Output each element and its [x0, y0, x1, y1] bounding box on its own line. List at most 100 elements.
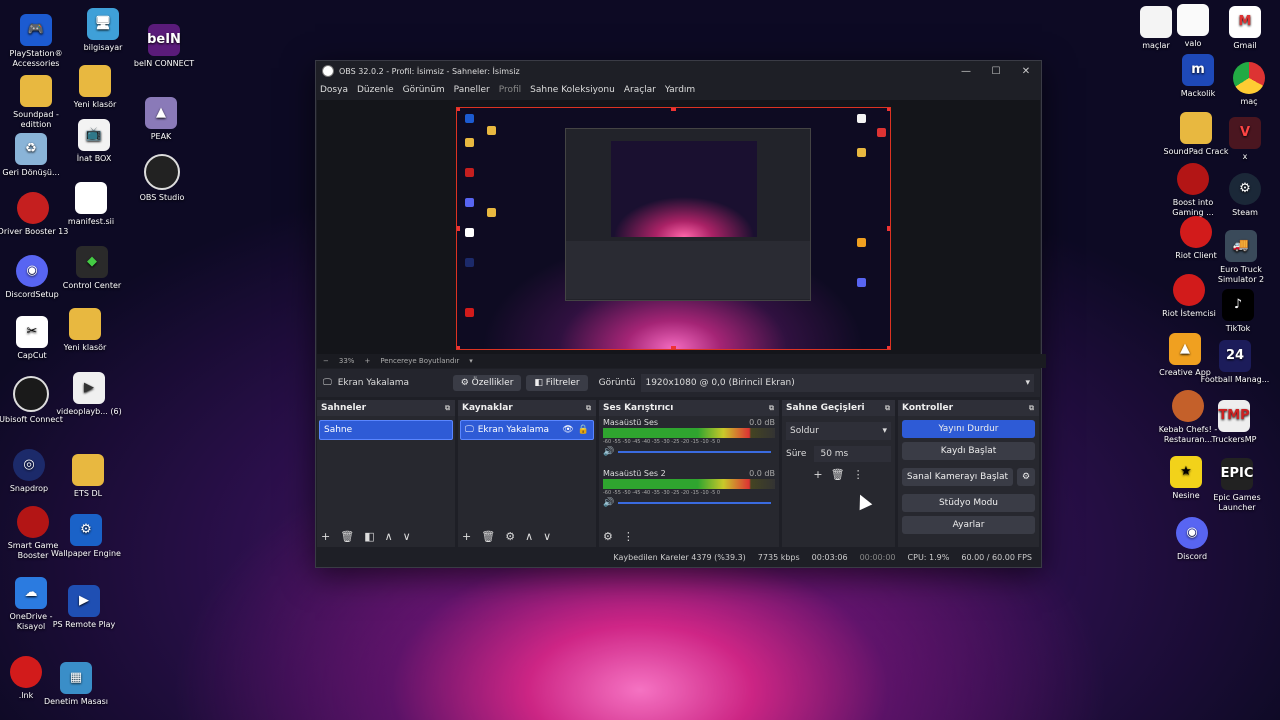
menu-paneller[interactable]: Paneller — [454, 85, 490, 95]
scene-item[interactable]: Sahne — [319, 420, 453, 440]
up-icon[interactable]: ∧ — [385, 530, 393, 543]
desktop-icon[interactable]: Yeni klasör — [49, 308, 121, 353]
title-bar[interactable]: OBS 32.0.2 - Profil: İsimsiz - Sahneler:… — [316, 61, 1041, 81]
menu-sahne-koleksiyonu[interactable]: Sahne Koleksiyonu — [530, 85, 615, 95]
resize-handle[interactable] — [457, 346, 460, 349]
float-icon[interactable]: ⧉ — [885, 404, 890, 413]
desktop-icon[interactable]: Yeni klasör — [59, 65, 131, 110]
add-icon[interactable]: + — [813, 468, 822, 481]
source-toolbar: 🖵 Ekran Yakalama ⚙ Özellikler ◧ Filtrele… — [317, 369, 1040, 397]
chevron-down-icon[interactable]: ▾ — [469, 357, 473, 365]
float-icon[interactable]: ⧉ — [586, 404, 591, 413]
float-icon[interactable]: ⧉ — [445, 404, 450, 413]
resize-handle[interactable] — [887, 226, 890, 231]
transition-select[interactable]: Soldur ▾ — [786, 422, 891, 440]
desktop-icon[interactable]: beIN beIN CONNECT — [128, 24, 200, 69]
desktop-icon[interactable]: ⚙ Wallpaper Engine — [50, 514, 122, 559]
source-item[interactable]: 🖵 Ekran Yakalama 👁 🔒 — [460, 420, 594, 440]
close-icon[interactable]: ✕ — [1011, 66, 1041, 77]
speaker-icon[interactable]: 🔊 — [603, 498, 614, 508]
menu-profil[interactable]: Profil — [499, 85, 521, 95]
add-icon[interactable]: + — [462, 530, 471, 543]
desktop-icon[interactable]: ▶ PS Remote Play — [48, 585, 120, 630]
eye-icon[interactable]: 👁 — [562, 425, 573, 435]
add-icon[interactable]: + — [321, 530, 330, 543]
desktop-icon[interactable]: ♪ TikTok — [1202, 289, 1274, 334]
stop-streaming-button[interactable]: Yayını Durdur — [902, 420, 1035, 438]
down-icon[interactable]: ∨ — [403, 530, 411, 543]
resize-handle[interactable] — [887, 346, 890, 349]
filters-button[interactable]: ◧ Filtreler — [526, 375, 588, 391]
trash-icon[interactable]: 🗑 — [340, 530, 354, 543]
discord-icon: ◉ — [1176, 517, 1208, 549]
gear-icon[interactable]: ⚙ — [505, 530, 515, 543]
start-virtual-camera-button[interactable]: Sanal Kamerayı Başlat — [902, 468, 1013, 486]
menu-yardim[interactable]: Yardım — [665, 85, 695, 95]
lock-icon[interactable]: 🔒 — [578, 425, 589, 435]
menu-gorunum[interactable]: Görünüm — [403, 85, 445, 95]
properties-button[interactable]: ⚙ Özellikler — [452, 375, 522, 391]
float-icon[interactable]: ⧉ — [769, 404, 774, 413]
resize-handle[interactable] — [887, 108, 890, 111]
desktop-icon[interactable]: Vx — [1209, 117, 1280, 162]
stream-time: 00:03:06 — [811, 552, 848, 562]
desktop-icon[interactable]: 🎮 PlayStation® Accessories — [0, 14, 72, 69]
volume-slider[interactable] — [618, 502, 771, 504]
desktop-icon[interactable]: maç — [1213, 62, 1280, 107]
minimize-icon[interactable]: — — [951, 66, 981, 77]
more-icon[interactable]: ⋮ — [623, 530, 634, 543]
filter-icon[interactable]: ◧ — [364, 530, 374, 543]
desktop-icon[interactable]: ▶ videoplayb... (6) — [53, 372, 125, 417]
up-icon[interactable]: ∧ — [525, 530, 533, 543]
video-file-icon: ▶ — [73, 372, 105, 404]
desktop-icon[interactable]: manifest.sii — [55, 182, 127, 227]
playstation-icon: 🎮 — [20, 14, 52, 46]
desktop-icon[interactable]: OBS Studio — [126, 154, 198, 203]
riot-icon — [10, 656, 42, 688]
recycle-bin-icon: ♻ — [15, 133, 47, 165]
gear-icon[interactable]: ⚙ — [1017, 468, 1035, 486]
more-icon[interactable]: ⋮ — [853, 468, 864, 481]
menu-araclar[interactable]: Araçlar — [624, 85, 656, 95]
desktop-icon[interactable]: ♻ Geri Dönüşü... — [0, 133, 67, 178]
desktop-icon[interactable]: M Gmail — [1209, 6, 1280, 51]
zoom-in-button[interactable]: + — [364, 357, 370, 365]
maximize-icon[interactable]: ☐ — [981, 66, 1011, 77]
volume-slider[interactable] — [618, 451, 771, 453]
trash-icon[interactable]: 🗑 — [481, 530, 495, 543]
down-icon[interactable]: ∨ — [543, 530, 551, 543]
settings-button[interactable]: Ayarlar — [902, 516, 1035, 534]
menu-dosya[interactable]: Dosya — [320, 85, 348, 95]
desktop-icon[interactable]: TMP TruckersMP — [1198, 400, 1270, 445]
preview-area[interactable] — [317, 100, 1040, 354]
resize-handle[interactable] — [671, 346, 676, 349]
resize-handle[interactable] — [457, 226, 460, 231]
desktop-icon[interactable]: ◆ Control Center — [56, 246, 128, 291]
desktop-icon[interactable]: ◉ Discord — [1156, 517, 1228, 562]
mixer-channel: Masaüstü Ses 0.0 dB -60 -55 -50 -45 -40 -… — [603, 418, 775, 457]
desktop-icon[interactable]: 📺 İnat BOX — [58, 119, 130, 164]
start-recording-button[interactable]: Kaydı Başlat — [902, 442, 1035, 460]
desktop-icon[interactable]: ETS DL — [52, 454, 124, 499]
mixer-channel: Masaüstü Ses 2 0.0 dB -60 -55 -50 -45 -40… — [603, 469, 775, 508]
resize-handle[interactable] — [457, 108, 460, 111]
float-icon[interactable]: ⧉ — [1029, 404, 1034, 413]
controls-dock: Kontroller ⧉ Yayını Durdur Kaydı Başlat S… — [898, 400, 1039, 547]
display-select[interactable]: 1920x1080 @ 0,0 (Birincil Ekran) ▾ — [641, 374, 1034, 392]
studio-mode-button[interactable]: Stüdyo Modu — [902, 494, 1035, 512]
gear-icon[interactable]: ⚙ — [603, 530, 613, 543]
speaker-icon[interactable]: 🔊 — [603, 447, 614, 457]
menu-duzenle[interactable]: Düzenle — [357, 85, 394, 95]
duration-input[interactable]: 50 ms — [814, 446, 891, 462]
resize-handle[interactable] — [671, 108, 676, 111]
desktop-icon[interactable]: ▲ PEAK — [125, 97, 197, 142]
desktop-icon[interactable]: EPIC Epic Games Launcher — [1201, 458, 1273, 513]
zoom-out-button[interactable]: − — [323, 357, 329, 365]
desktop-icon[interactable]: ⚙ Steam — [1209, 173, 1280, 218]
fit-window-button[interactable]: Pencereye Boyutlandır — [380, 357, 459, 365]
desktop-icon[interactable]: 🚚 Euro Truck Simulator 2 — [1205, 230, 1277, 285]
desktop-icon[interactable]: ▦ Denetim Masası — [40, 662, 112, 707]
preview-canvas[interactable] — [456, 107, 891, 350]
trash-icon[interactable]: 🗑 — [831, 468, 845, 481]
desktop-icon[interactable]: 24 Football Manag... — [1199, 340, 1271, 385]
